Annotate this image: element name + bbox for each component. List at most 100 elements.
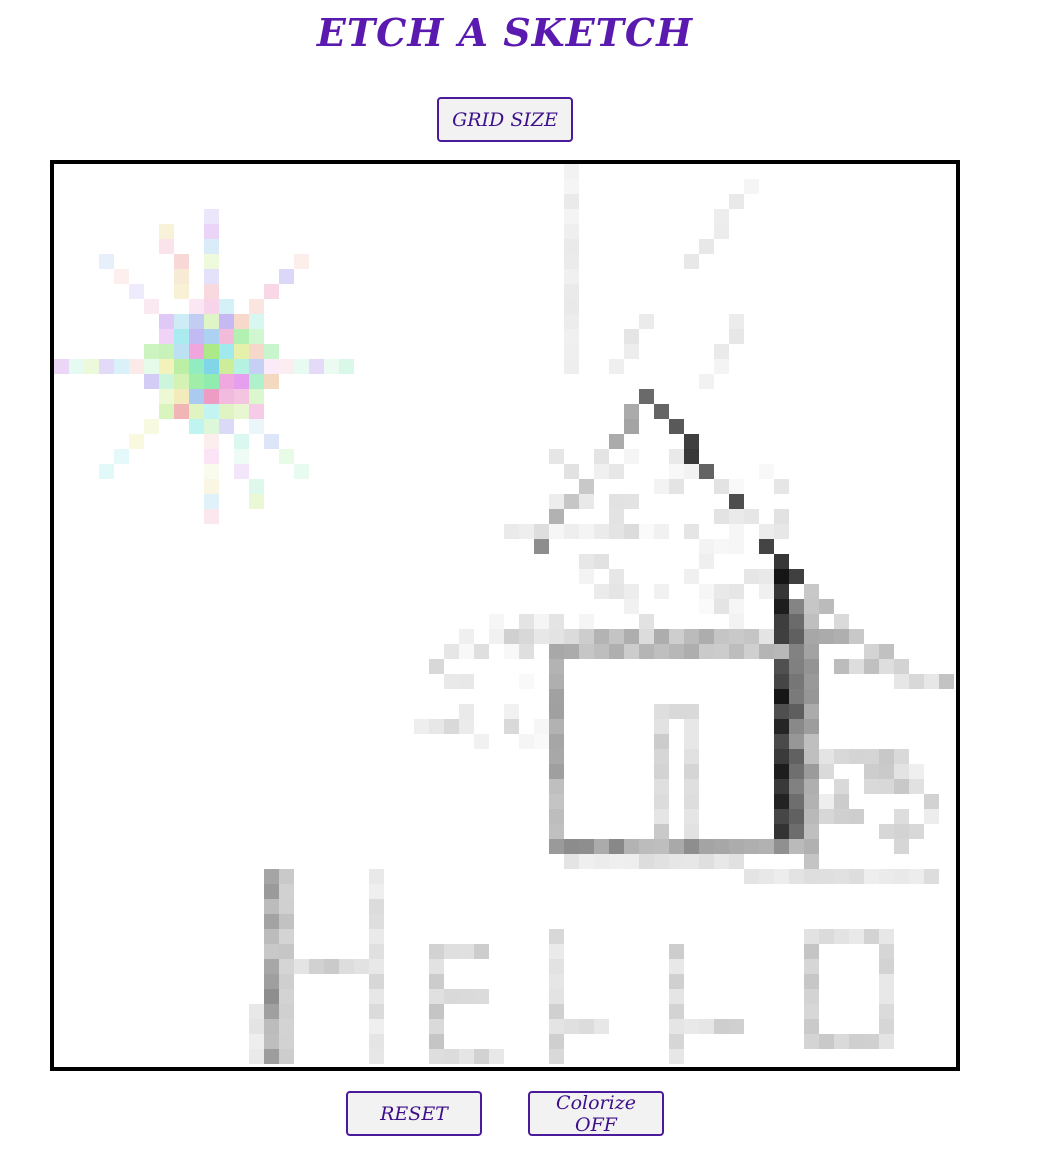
grid-cell[interactable] [444,404,459,419]
grid-cell[interactable] [114,239,129,254]
grid-cell[interactable] [924,824,939,839]
grid-cell[interactable] [909,554,924,569]
grid-cell[interactable] [489,719,504,734]
grid-cell[interactable] [879,284,894,299]
grid-cell[interactable] [504,1049,519,1064]
grid-cell[interactable] [579,614,594,629]
grid-cell[interactable] [219,854,234,869]
grid-cell[interactable] [564,434,579,449]
grid-cell[interactable] [804,659,819,674]
grid-cell[interactable] [309,944,324,959]
grid-cell[interactable] [459,1004,474,1019]
grid-cell[interactable] [504,224,519,239]
grid-cell[interactable] [294,809,309,824]
grid-cell[interactable] [234,554,249,569]
grid-cell[interactable] [129,764,144,779]
grid-cell[interactable] [504,794,519,809]
grid-cell[interactable] [684,209,699,224]
grid-cell[interactable] [624,629,639,644]
grid-cell[interactable] [654,404,669,419]
grid-cell[interactable] [174,344,189,359]
grid-cell[interactable] [474,839,489,854]
grid-cell[interactable] [894,254,909,269]
grid-cell[interactable] [219,944,234,959]
grid-cell[interactable] [579,659,594,674]
grid-cell[interactable] [489,509,504,524]
grid-cell[interactable] [759,674,774,689]
grid-cell[interactable] [834,959,849,974]
grid-cell[interactable] [519,509,534,524]
grid-cell[interactable] [924,719,939,734]
grid-cell[interactable] [489,374,504,389]
grid-cell[interactable] [594,629,609,644]
grid-cell[interactable] [579,1034,594,1049]
grid-cell[interactable] [684,734,699,749]
grid-cell[interactable] [474,479,489,494]
grid-cell[interactable] [534,509,549,524]
grid-cell[interactable] [684,644,699,659]
grid-cell[interactable] [279,914,294,929]
grid-cell[interactable] [204,419,219,434]
grid-cell[interactable] [744,989,759,1004]
grid-cell[interactable] [849,929,864,944]
grid-cell[interactable] [654,179,669,194]
grid-cell[interactable] [294,509,309,524]
grid-cell[interactable] [789,329,804,344]
grid-cell[interactable] [594,554,609,569]
grid-cell[interactable] [129,1049,144,1064]
grid-cell[interactable] [549,899,564,914]
grid-cell[interactable] [309,1019,324,1034]
grid-cell[interactable] [99,494,114,509]
grid-cell[interactable] [54,899,69,914]
grid-cell[interactable] [909,734,924,749]
grid-cell[interactable] [54,659,69,674]
grid-cell[interactable] [864,404,879,419]
grid-cell[interactable] [309,614,324,629]
grid-cell[interactable] [849,914,864,929]
grid-cell[interactable] [129,404,144,419]
grid-cell[interactable] [774,209,789,224]
grid-cell[interactable] [279,659,294,674]
grid-cell[interactable] [84,419,99,434]
grid-cell[interactable] [279,464,294,479]
grid-cell[interactable] [84,1004,99,1019]
grid-cell[interactable] [474,374,489,389]
grid-cell[interactable] [204,404,219,419]
grid-cell[interactable] [939,374,954,389]
grid-cell[interactable] [174,959,189,974]
grid-cell[interactable] [684,689,699,704]
grid-cell[interactable] [339,569,354,584]
grid-cell[interactable] [534,989,549,1004]
grid-cell[interactable] [309,254,324,269]
grid-cell[interactable] [279,644,294,659]
grid-cell[interactable] [579,569,594,584]
grid-cell[interactable] [774,929,789,944]
grid-cell[interactable] [894,944,909,959]
grid-cell[interactable] [894,209,909,224]
grid-cell[interactable] [474,1049,489,1064]
grid-cell[interactable] [129,824,144,839]
grid-cell[interactable] [654,719,669,734]
grid-cell[interactable] [459,584,474,599]
grid-cell[interactable] [129,944,144,959]
grid-cell[interactable] [384,224,399,239]
grid-cell[interactable] [339,494,354,509]
grid-cell[interactable] [729,1019,744,1034]
grid-cell[interactable] [729,719,744,734]
grid-cell[interactable] [519,299,534,314]
grid-cell[interactable] [804,329,819,344]
grid-cell[interactable] [504,764,519,779]
grid-cell[interactable] [744,299,759,314]
grid-cell[interactable] [114,659,129,674]
grid-cell[interactable] [519,209,534,224]
grid-cell[interactable] [234,464,249,479]
grid-cell[interactable] [444,494,459,509]
grid-cell[interactable] [399,689,414,704]
grid-cell[interactable] [789,494,804,509]
grid-cell[interactable] [789,299,804,314]
grid-cell[interactable] [189,599,204,614]
grid-cell[interactable] [219,299,234,314]
grid-cell[interactable] [789,764,804,779]
grid-cell[interactable] [939,404,954,419]
grid-cell[interactable] [249,824,264,839]
